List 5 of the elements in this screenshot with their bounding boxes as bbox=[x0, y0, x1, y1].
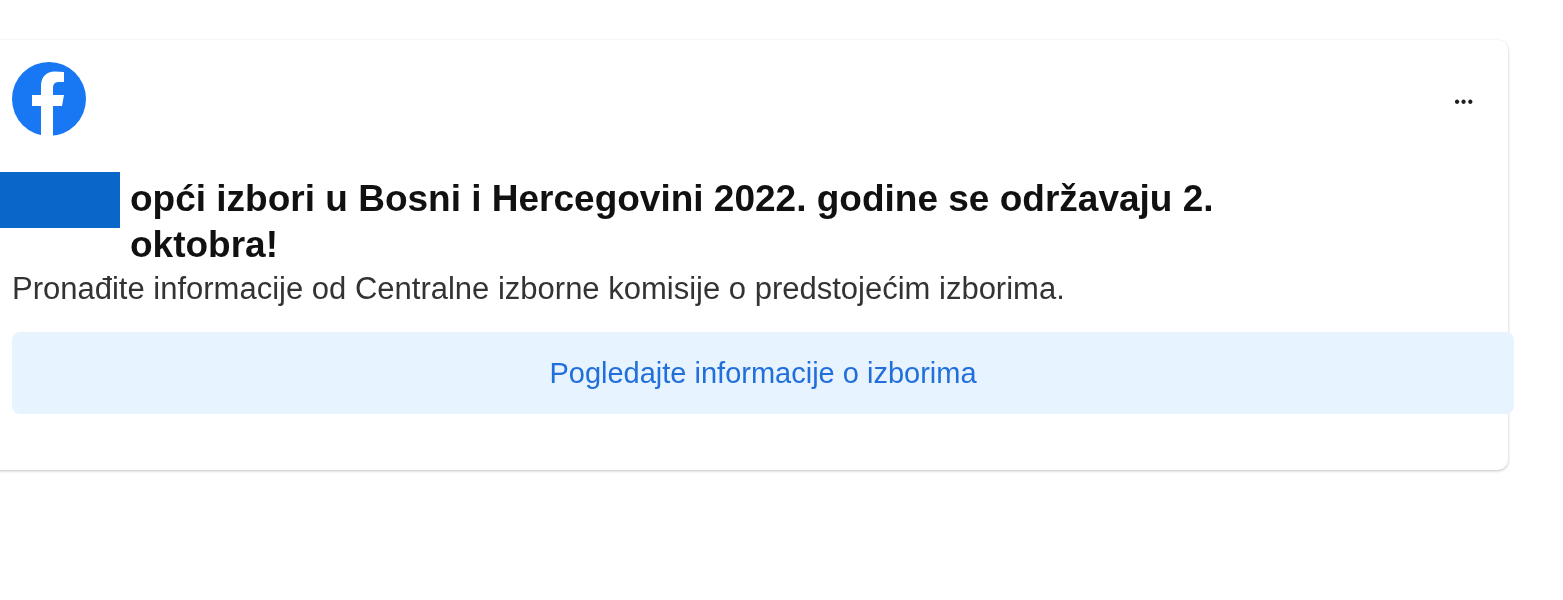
info-button[interactable]: Pogledajte informacije o izborima bbox=[12, 332, 1514, 414]
more-button[interactable]: ••• bbox=[1454, 93, 1494, 111]
logo-icon bbox=[12, 62, 86, 136]
card-description: Pronađite informacije od Centralne izborne komisije o predstojećim izborima. bbox=[12, 270, 1066, 308]
card-title: opći izbori u Bosni i Hercegovini 2022. godine se održavaju 2. oktobra! bbox=[130, 177, 1215, 267]
